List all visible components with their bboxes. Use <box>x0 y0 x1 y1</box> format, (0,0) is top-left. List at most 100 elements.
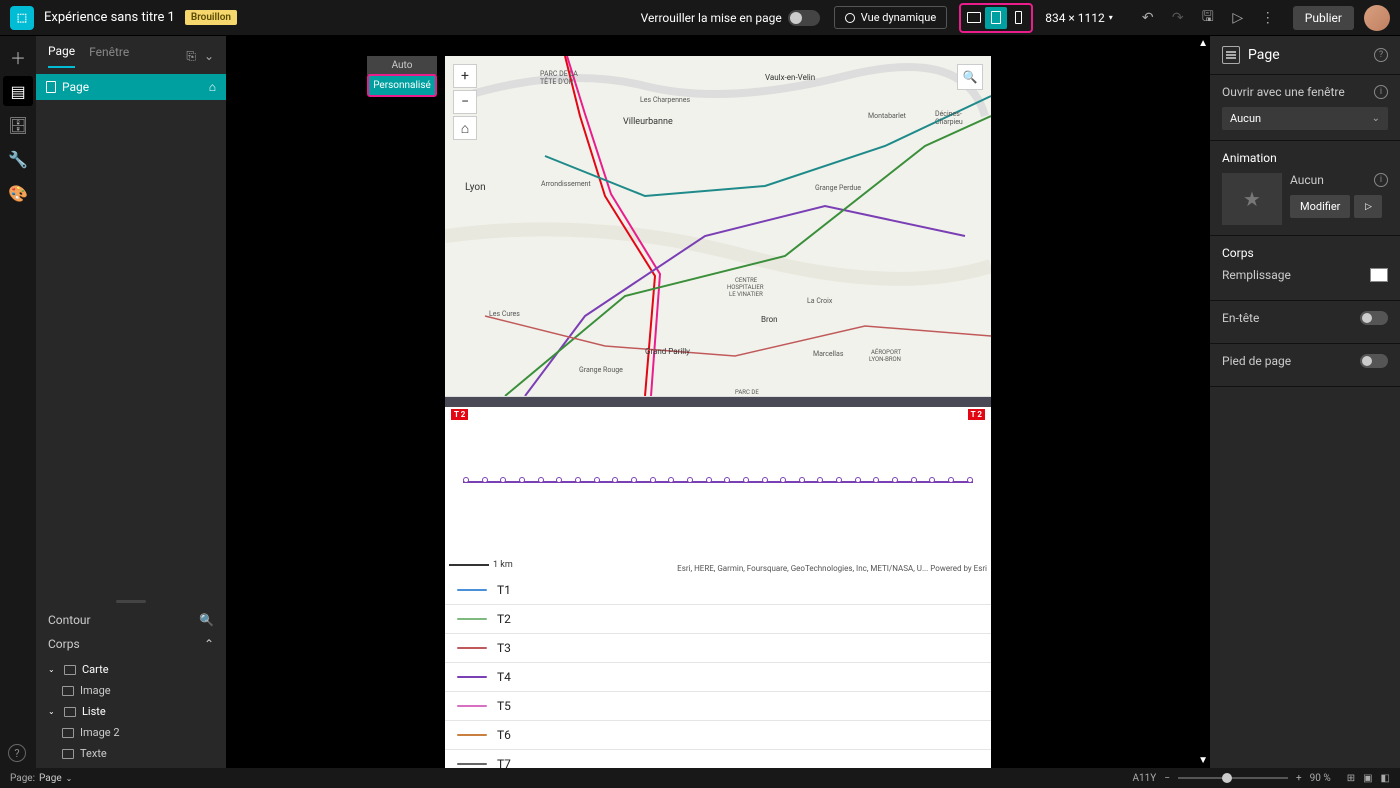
current-page-selector[interactable]: Page <box>39 773 72 784</box>
dynamic-view-button[interactable]: Vue dynamique <box>834 6 947 29</box>
map-icon <box>64 665 76 675</box>
page-settings-icon <box>1222 46 1240 64</box>
text-icon <box>62 749 74 759</box>
left-panel: Page Fenêtre ⎘ ⌄ Page ⌂ Contour 🔍 Corps … <box>36 36 226 768</box>
list-icon <box>64 707 76 717</box>
status-bar: Page: Page A11Y − + 90 % ⊞ ▣ ◧ <box>0 768 1400 788</box>
tree-item-carte[interactable]: ⌄Carte <box>40 659 222 680</box>
list-item[interactable]: T5 <box>445 692 991 721</box>
page-options-button[interactable]: ⌄ <box>204 49 214 64</box>
body-heading[interactable]: Corps <box>48 637 80 651</box>
map-svg: PARC DE LATÊTE D'OR Vaulx-en-Velin Ville… <box>445 56 991 396</box>
tree-item-liste[interactable]: ⌄Liste <box>40 701 222 722</box>
tree-item-texte[interactable]: Texte <box>40 743 222 764</box>
undo-button[interactable]: ↶ <box>1133 3 1163 33</box>
svg-text:Vaulx-en-Velin: Vaulx-en-Velin <box>765 73 815 82</box>
more-menu-button[interactable]: ⋮ <box>1253 3 1283 33</box>
scroll-up-indicator[interactable]: ▲ <box>1198 38 1208 49</box>
transit-line-list: T1 T2 T3 T4 T5 T6 T7 <box>445 576 991 768</box>
panel-drag-handle[interactable] <box>116 600 146 603</box>
collapse-body-button[interactable]: ⌃ <box>204 637 214 651</box>
play-animation-button[interactable]: ▷ <box>1354 195 1382 218</box>
list-item[interactable]: T6 <box>445 721 991 750</box>
desktop-device-button[interactable] <box>963 7 985 29</box>
tablet-device-button[interactable] <box>985 7 1007 29</box>
open-window-select[interactable]: Aucun <box>1222 107 1388 130</box>
page-list-item[interactable]: Page ⌂ <box>36 74 226 100</box>
list-item[interactable]: T3 <box>445 634 991 663</box>
add-page-button[interactable]: ⎘ <box>186 49 196 64</box>
line-color-swatch <box>457 734 487 736</box>
svg-text:LE VINATIER: LE VINATIER <box>729 291 763 298</box>
outline-heading: Contour <box>48 613 91 627</box>
save-button[interactable]: 🖫 <box>1193 3 1223 33</box>
line-color-swatch <box>457 618 487 620</box>
svg-text:PARC DE: PARC DE <box>735 389 759 396</box>
home-icon: ⌂ <box>209 80 216 94</box>
tab-window[interactable]: Fenêtre <box>89 45 129 67</box>
help-button[interactable]: ? <box>8 744 26 762</box>
image-icon <box>62 686 74 696</box>
line-label: T3 <box>497 641 511 655</box>
header-toggle[interactable] <box>1360 311 1388 325</box>
fit-width-button[interactable]: ⊞ <box>1347 773 1355 784</box>
line-label: T7 <box>497 757 511 768</box>
svg-text:Décines-: Décines- <box>935 110 962 118</box>
line-label: T1 <box>497 583 511 597</box>
layout-mode-custom[interactable]: Personnalisé <box>367 74 437 97</box>
map-widget[interactable]: PARC DE LATÊTE D'OR Vaulx-en-Velin Ville… <box>445 56 991 396</box>
list-item[interactable]: T7 <box>445 750 991 768</box>
line-color-swatch <box>457 676 487 678</box>
lock-layout-toggle[interactable] <box>788 10 820 26</box>
footer-toggle[interactable] <box>1360 354 1388 368</box>
data-rail-button[interactable]: 🗄 <box>3 110 33 140</box>
device-frame: Auto Personnalisé PARC DE LATÊTE D'OR Va… <box>445 56 991 768</box>
utilities-rail-button[interactable]: 🔧 <box>3 144 33 174</box>
map-search-button[interactable]: 🔍 <box>957 64 983 90</box>
line-label: T5 <box>497 699 511 713</box>
zoom-out-button[interactable]: − <box>1164 773 1170 784</box>
modify-animation-button[interactable]: Modifier <box>1290 195 1350 218</box>
app-logo[interactable]: ⬚ <box>10 6 34 30</box>
tablet-icon <box>991 11 1001 24</box>
lock-layout-label: Verrouiller la mise en page <box>641 11 782 25</box>
canvas-area: ▲ ▼ Auto Personnalisé PARC DE LATÊTE D'O… <box>226 36 1210 768</box>
zoom-out-button[interactable]: − <box>453 90 477 114</box>
zoom-slider[interactable] <box>1178 777 1288 779</box>
fit-screen-button[interactable]: ▣ <box>1363 773 1372 784</box>
info-icon[interactable]: i <box>1374 85 1388 99</box>
tree-item-image[interactable]: Image <box>40 680 222 701</box>
svg-text:Villeurbanne: Villeurbanne <box>623 117 673 127</box>
svg-text:CENTRE: CENTRE <box>735 277 758 284</box>
redo-button[interactable]: ↷ <box>1163 3 1193 33</box>
fill-color-swatch[interactable] <box>1370 268 1388 282</box>
tree-item-image2[interactable]: Image 2 <box>40 722 222 743</box>
list-item[interactable]: T1 <box>445 576 991 605</box>
line-color-swatch <box>457 705 487 707</box>
publish-button[interactable]: Publier <box>1293 6 1354 30</box>
svg-text:Grange Rouge: Grange Rouge <box>579 366 623 374</box>
image-icon <box>62 728 74 738</box>
mobile-device-button[interactable] <box>1007 7 1029 29</box>
list-item[interactable]: T2 <box>445 605 991 634</box>
home-extent-button[interactable]: ⌂ <box>453 116 477 140</box>
scroll-down-indicator[interactable]: ▼ <box>1198 755 1208 766</box>
help-icon[interactable]: ? <box>1374 48 1388 62</box>
toggle-right-panel-button[interactable]: ◧ <box>1381 773 1390 784</box>
zoom-in-button[interactable]: + <box>453 64 477 88</box>
canvas-dimensions[interactable]: 834 × 1112 <box>1045 11 1113 25</box>
add-widget-button[interactable]: ＋ <box>3 42 33 72</box>
a11y-label[interactable]: A11Y <box>1132 773 1156 784</box>
theme-rail-button[interactable]: 🎨 <box>3 178 33 208</box>
tab-page[interactable]: Page <box>48 44 75 68</box>
zoom-in-button[interactable]: + <box>1296 773 1302 784</box>
list-item[interactable]: T4 <box>445 663 991 692</box>
user-avatar[interactable] <box>1364 5 1390 31</box>
pages-rail-button[interactable]: ▤ <box>3 76 33 106</box>
info-icon[interactable]: i <box>1374 173 1388 187</box>
animation-value: Aucun <box>1290 173 1374 187</box>
layout-mode-auto[interactable]: Auto <box>367 56 437 75</box>
line-diagram-image: T 2 T 2 1 km Esri, HERE, Garmin, Foursqu… <box>445 396 991 576</box>
outline-search-button[interactable]: 🔍 <box>199 613 214 627</box>
preview-button[interactable]: ▷ <box>1223 3 1253 33</box>
